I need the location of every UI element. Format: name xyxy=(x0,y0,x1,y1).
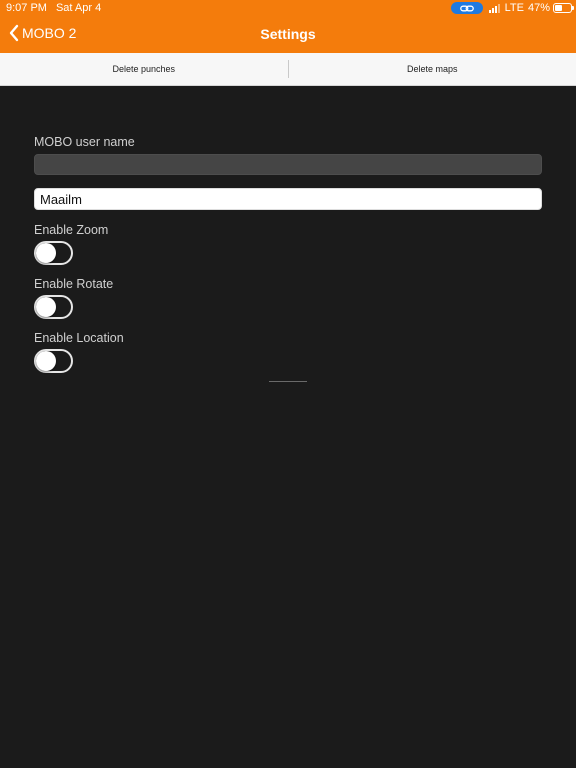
signal-icon xyxy=(488,3,501,13)
enable-location-label: Enable Location xyxy=(34,331,124,345)
status-bar: 9:07 PM Sat Apr 4 LTE 47% xyxy=(0,0,576,16)
battery-fill xyxy=(555,5,563,11)
page-title: Settings xyxy=(260,26,316,42)
network-type: LTE xyxy=(504,2,524,14)
toggle-knob xyxy=(36,243,56,263)
status-time: 9:07 PM xyxy=(6,2,47,14)
toggle-knob xyxy=(36,351,56,371)
link-pill[interactable] xyxy=(450,2,483,14)
text-input[interactable]: Maailm xyxy=(34,188,542,210)
divider xyxy=(269,381,307,382)
status-indicators: LTE 47% xyxy=(450,1,574,15)
delete-maps-button[interactable]: Delete maps xyxy=(289,53,576,85)
link-icon xyxy=(459,5,474,11)
status-date: Sat Apr 4 xyxy=(55,2,102,14)
enable-location-toggle[interactable] xyxy=(34,349,73,373)
status-time-date: 9:07 PM Sat Apr 4 xyxy=(6,2,101,14)
enable-zoom-toggle[interactable] xyxy=(34,241,73,265)
navigation-bar: MOBO 2 Settings xyxy=(0,16,576,53)
enable-rotate-label: Enable Rotate xyxy=(34,277,114,291)
action-toolbar: Delete punches Delete maps xyxy=(0,53,576,86)
user-name-label: MOBO user name xyxy=(34,135,135,149)
user-name-input[interactable] xyxy=(34,154,542,175)
battery-icon xyxy=(553,3,574,13)
battery-percent: 47% xyxy=(527,2,550,14)
enable-zoom-label: Enable Zoom xyxy=(34,223,109,237)
toggle-knob xyxy=(36,297,56,317)
delete-punches-button[interactable]: Delete punches xyxy=(0,53,288,85)
enable-rotate-toggle[interactable] xyxy=(34,295,73,319)
